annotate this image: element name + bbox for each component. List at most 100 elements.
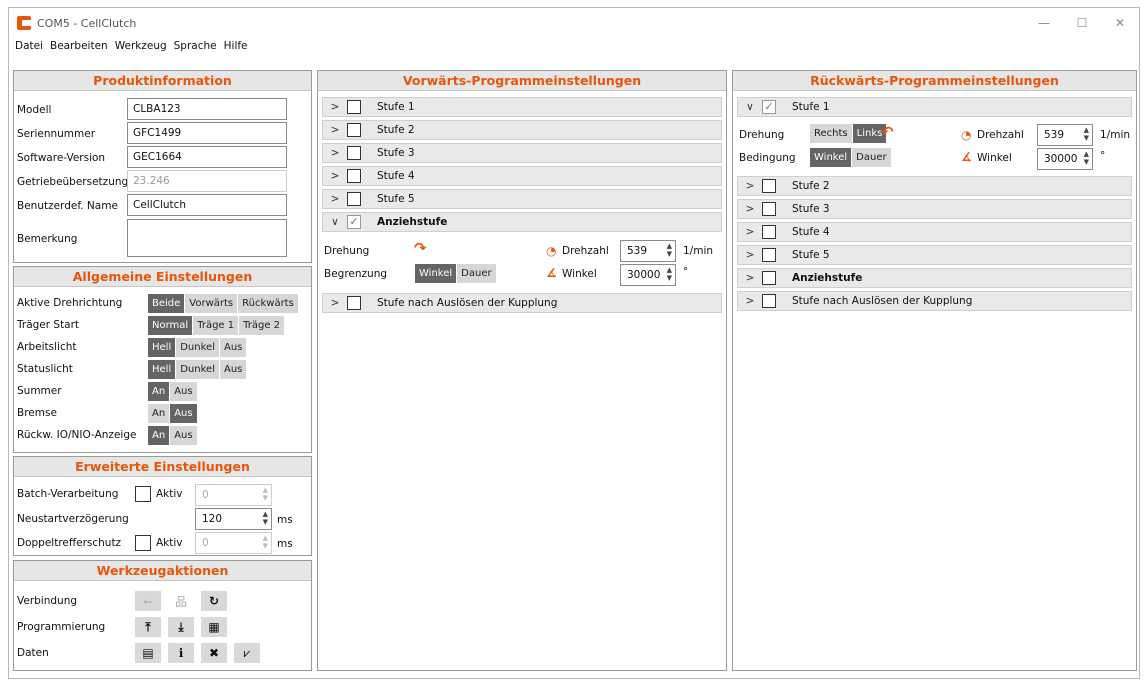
network-icon[interactable]: 品: [168, 591, 194, 611]
brake-off-button[interactable]: Aus: [170, 404, 197, 423]
backward-stage-4[interactable]: > Stufe 4: [737, 222, 1132, 242]
rotation-right-button[interactable]: Rechts: [810, 124, 852, 143]
chevron-right-icon[interactable]: >: [327, 297, 343, 309]
backward-speed-spinner[interactable]: 539 ▲ ▼: [1037, 124, 1093, 146]
forward-stage-2[interactable]: > Stufe 2: [322, 120, 722, 140]
menu-werkzeug[interactable]: Werkzeug: [115, 40, 167, 52]
chip-icon[interactable]: ▦: [201, 617, 227, 637]
backward-stage-5[interactable]: > Stufe 5: [737, 245, 1132, 265]
condition-duration-button[interactable]: Dauer: [852, 148, 891, 167]
stage-checkbox-checked[interactable]: ✓: [762, 100, 776, 114]
stage-checkbox[interactable]: [347, 169, 361, 183]
forward-stage-1[interactable]: > Stufe 1: [322, 97, 722, 117]
download-icon[interactable]: ⤓: [168, 617, 194, 637]
stage-checkbox[interactable]: [762, 271, 776, 285]
double-hit-spinner[interactable]: 0 ▲ ▼: [195, 532, 272, 554]
double-hit-checkbox[interactable]: [135, 535, 151, 551]
work-light-off-button[interactable]: Aus: [219, 338, 247, 357]
stage-checkbox[interactable]: [762, 248, 776, 262]
chevron-right-icon[interactable]: >: [742, 272, 758, 284]
custom-name-field[interactable]: CellClutch: [127, 194, 287, 216]
chevron-right-icon[interactable]: >: [742, 249, 758, 261]
spinner-arrows-icon[interactable]: ▲ ▼: [667, 242, 672, 258]
stage-checkbox[interactable]: [347, 100, 361, 114]
forward-angle-spinner[interactable]: 30000 ▲ ▼: [620, 264, 676, 286]
note-field[interactable]: [127, 219, 287, 257]
backward-stage-2[interactable]: > Stufe 2: [737, 176, 1132, 196]
chevron-right-icon[interactable]: >: [742, 226, 758, 238]
batch-spinner[interactable]: 0 ▲ ▼: [195, 484, 272, 506]
slow-start-1-button[interactable]: Träge 1: [193, 316, 239, 335]
maximize-button[interactable]: ☐: [1063, 8, 1101, 38]
brake-on-button[interactable]: An: [148, 404, 170, 423]
chevron-right-icon[interactable]: >: [327, 170, 343, 182]
backward-stage-1[interactable]: ∨ ✓ Stufe 1: [737, 97, 1132, 117]
upload-icon[interactable]: ⤒: [135, 617, 161, 637]
menu-datei[interactable]: Datei: [15, 40, 43, 52]
model-field[interactable]: CLBA123: [127, 98, 287, 120]
chevron-right-icon[interactable]: >: [327, 101, 343, 113]
menu-hilfe[interactable]: Hilfe: [224, 40, 248, 52]
buzzer-off-button[interactable]: Aus: [170, 382, 197, 401]
slow-start-2-button[interactable]: Träge 2: [239, 316, 285, 335]
close-button[interactable]: ✕: [1101, 8, 1139, 38]
spinner-arrows-icon[interactable]: ▲ ▼: [263, 510, 268, 526]
restart-delay-spinner[interactable]: 120 ▲ ▼: [195, 508, 272, 530]
tools-icon[interactable]: ✖: [201, 643, 227, 663]
chevron-right-icon[interactable]: >: [327, 193, 343, 205]
direction-backward-button[interactable]: Rückwärts: [238, 294, 298, 313]
batch-checkbox[interactable]: [135, 486, 151, 502]
chart-icon[interactable]: ⩗: [234, 643, 260, 663]
info-icon[interactable]: ℹ: [168, 643, 194, 663]
chevron-right-icon[interactable]: >: [742, 203, 758, 215]
condition-angle-button[interactable]: Winkel: [810, 148, 852, 167]
chevron-right-icon[interactable]: >: [742, 295, 758, 307]
rotate-cw-icon[interactable]: ↷: [414, 239, 427, 257]
chevron-right-icon[interactable]: >: [327, 124, 343, 136]
backward-angle-spinner[interactable]: 30000 ▲ ▼: [1037, 148, 1093, 170]
stage-checkbox[interactable]: [762, 179, 776, 193]
forward-limit-duration-button[interactable]: Dauer: [457, 264, 496, 283]
spinner-arrows-icon[interactable]: ▲ ▼: [263, 534, 268, 550]
backward-stage-3[interactable]: > Stufe 3: [737, 199, 1132, 219]
chevron-right-icon[interactable]: >: [327, 147, 343, 159]
io-nio-on-button[interactable]: An: [148, 426, 170, 445]
forward-tightening-stage[interactable]: ∨ ✓ Anziehstufe: [322, 212, 722, 232]
document-icon[interactable]: ▤: [135, 643, 161, 663]
slow-start-normal-button[interactable]: Normal: [148, 316, 193, 335]
chevron-down-icon[interactable]: ∨: [742, 101, 758, 113]
usb-icon[interactable]: ⭠: [135, 591, 161, 611]
forward-stage-3[interactable]: > Stufe 3: [322, 143, 722, 163]
backward-after-clutch-stage[interactable]: > Stufe nach Auslösen der Kupplung: [737, 291, 1132, 311]
stage-checkbox[interactable]: [347, 123, 361, 137]
stage-checkbox-checked[interactable]: ✓: [347, 215, 361, 229]
minimize-button[interactable]: —: [1025, 8, 1063, 38]
serial-field[interactable]: GFC1499: [127, 122, 287, 144]
forward-after-clutch-stage[interactable]: > Stufe nach Auslösen der Kupplung: [322, 293, 722, 313]
status-light-off-button[interactable]: Aus: [219, 360, 247, 379]
spinner-arrows-icon[interactable]: ▲ ▼: [1084, 150, 1089, 166]
menu-sprache[interactable]: Sprache: [174, 40, 217, 52]
stage-checkbox[interactable]: [762, 225, 776, 239]
stage-checkbox[interactable]: [347, 296, 361, 310]
work-light-bright-button[interactable]: Hell: [148, 338, 176, 357]
chevron-right-icon[interactable]: >: [742, 180, 758, 192]
forward-speed-spinner[interactable]: 539 ▲ ▼: [620, 240, 676, 262]
forward-stage-5[interactable]: > Stufe 5: [322, 189, 722, 209]
menu-bearbeiten[interactable]: Bearbeiten: [50, 40, 108, 52]
spinner-arrows-icon[interactable]: ▲ ▼: [667, 266, 672, 282]
backward-tightening-stage[interactable]: > Anziehstufe: [737, 268, 1132, 288]
refresh-icon[interactable]: ↻: [201, 591, 227, 611]
stage-checkbox[interactable]: [762, 294, 776, 308]
buzzer-on-button[interactable]: An: [148, 382, 170, 401]
stage-checkbox[interactable]: [762, 202, 776, 216]
direction-forward-button[interactable]: Vorwärts: [185, 294, 238, 313]
io-nio-off-button[interactable]: Aus: [170, 426, 197, 445]
spinner-arrows-icon[interactable]: ▲ ▼: [263, 486, 268, 502]
forward-stage-4[interactable]: > Stufe 4: [322, 166, 722, 186]
spinner-arrows-icon[interactable]: ▲ ▼: [1084, 126, 1089, 142]
forward-limit-angle-button[interactable]: Winkel: [415, 264, 457, 283]
stage-checkbox[interactable]: [347, 192, 361, 206]
software-version-field[interactable]: GEC1664: [127, 146, 287, 168]
status-light-bright-button[interactable]: Hell: [148, 360, 176, 379]
